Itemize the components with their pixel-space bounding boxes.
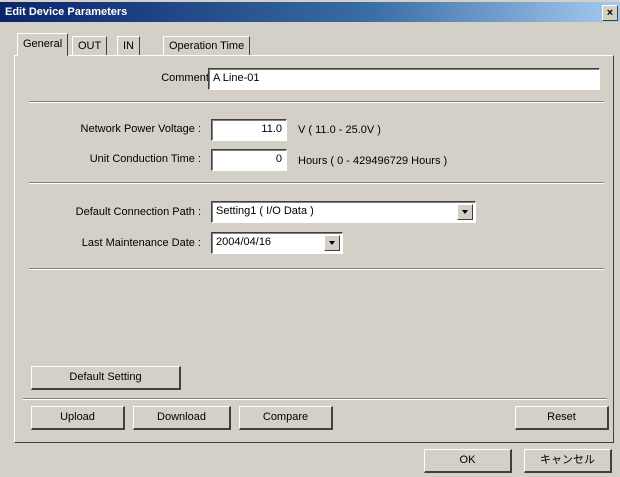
divider [29,182,604,184]
conduction-time-range: Hours ( 0 - 429496729 Hours ) [298,155,448,167]
upload-button[interactable]: Upload [31,406,125,430]
compare-button[interactable]: Compare [239,406,333,430]
maintenance-date-picker[interactable]: 2004/04/16 [211,232,343,254]
comment-input[interactable]: A Line-01 [208,68,600,90]
default-setting-button[interactable]: Default Setting [31,366,181,390]
divider [29,268,604,270]
network-voltage-label: Network Power Voltage : [80,123,201,135]
connection-path-value: Setting1 ( I/O Data ) [216,205,314,217]
ok-button[interactable]: OK [424,449,512,473]
network-voltage-range: V ( 11.0 - 25.0V ) [298,124,381,136]
edit-device-parameters-window: Edit Device Parameters × General OUT IN … [0,0,620,477]
maintenance-date-label: Last Maintenance Date : [81,237,201,249]
reset-button[interactable]: Reset [515,406,609,430]
tab-general[interactable]: General [17,33,69,56]
tab-out[interactable]: OUT [72,36,108,55]
chevron-down-icon[interactable] [457,204,473,220]
close-button[interactable]: × [602,5,618,21]
download-button[interactable]: Download [133,406,231,430]
cancel-button[interactable]: キャンセル [524,449,612,473]
connection-path-select[interactable]: Setting1 ( I/O Data ) [211,201,476,223]
divider [29,101,604,103]
conduction-time-input[interactable]: 0 [211,149,287,171]
comment-label: Comment : [161,72,215,84]
divider [23,398,607,400]
conduction-time-label: Unit Conduction Time : [89,153,201,165]
title-bar: Edit Device Parameters × [0,2,620,22]
general-tab-panel: Comment : A Line-01 Network Power Voltag… [14,55,614,443]
connection-path-label: Default Connection Path : [75,206,201,218]
tab-in[interactable]: IN [117,36,140,55]
chevron-down-icon[interactable] [324,235,340,251]
tab-operation-time[interactable]: Operation Time [163,36,251,55]
maintenance-date-value: 2004/04/16 [216,236,272,248]
network-voltage-input[interactable]: 11.0 [211,119,287,141]
window-title: Edit Device Parameters [5,6,128,18]
